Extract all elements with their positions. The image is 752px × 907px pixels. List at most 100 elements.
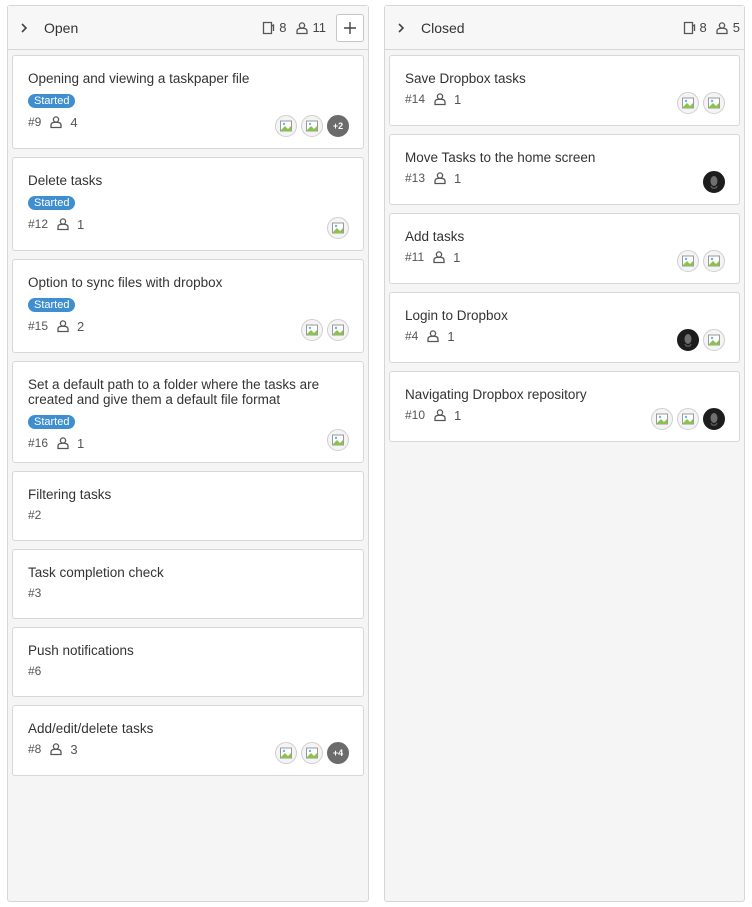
- status-badge: Started: [28, 196, 76, 210]
- more-assignees-badge[interactable]: +4: [327, 742, 349, 764]
- avatar[interactable]: [275, 742, 297, 764]
- task-card[interactable]: Opening and viewing a taskpaper file Star…: [12, 55, 364, 149]
- assignee-count: 3: [70, 741, 78, 757]
- task-card[interactable]: Save Dropbox tasks #14 1: [389, 55, 740, 126]
- card-list: Opening and viewing a taskpaper file Star…: [8, 50, 368, 789]
- assignee-avatars: [323, 429, 349, 451]
- avatar[interactable]: [677, 92, 699, 114]
- card-title[interactable]: Option to sync files with dropbox: [28, 275, 348, 290]
- task-card[interactable]: Delete tasks Started #12 1: [12, 157, 364, 251]
- task-count: 8: [261, 20, 287, 35]
- broken-image-icon: [306, 120, 318, 132]
- card-title[interactable]: Task completion check: [28, 565, 348, 580]
- add-card-button[interactable]: [336, 13, 364, 42]
- task-card[interactable]: Option to sync files with dropbox Started…: [12, 259, 364, 353]
- assignee-count: 1: [454, 170, 462, 186]
- issue-number[interactable]: #15: [28, 319, 48, 333]
- column-header: Closed 8 5: [385, 6, 744, 50]
- assignee-avatars: [673, 329, 725, 351]
- broken-image-icon: [708, 255, 720, 267]
- person-icon: [57, 218, 69, 231]
- people-count: 11: [295, 20, 327, 35]
- issue-number[interactable]: #2: [28, 508, 41, 522]
- person-icon: [434, 93, 446, 106]
- card-title[interactable]: Move Tasks to the home screen: [405, 150, 724, 165]
- issue-number[interactable]: #4: [405, 329, 418, 343]
- broken-image-icon: [708, 97, 720, 109]
- assignee-count: 4: [70, 114, 78, 130]
- chevron-right-icon[interactable]: [20, 22, 30, 33]
- avatar[interactable]: [301, 115, 323, 137]
- broken-image-icon: [682, 97, 694, 109]
- avatar[interactable]: [301, 319, 323, 341]
- task-card[interactable]: Add/edit/delete tasks #8 3 +4: [12, 705, 364, 776]
- assignee-avatars: +4: [271, 742, 349, 764]
- assignee-count: 1: [447, 328, 455, 344]
- issue-number[interactable]: #16: [28, 436, 48, 450]
- broken-image-icon: [280, 747, 292, 759]
- card-meta: #16 1: [28, 432, 348, 454]
- avatar[interactable]: [651, 408, 673, 430]
- avatar[interactable]: [703, 92, 725, 114]
- avatar[interactable]: [703, 408, 725, 430]
- avatar[interactable]: [677, 408, 699, 430]
- broken-image-icon: [682, 255, 694, 267]
- avatar[interactable]: [703, 250, 725, 272]
- avatar[interactable]: [703, 329, 725, 351]
- issue-number[interactable]: #12: [28, 217, 48, 231]
- issue-number[interactable]: #14: [405, 92, 425, 106]
- card-title[interactable]: Navigating Dropbox repository: [405, 387, 724, 402]
- person-icon: [427, 330, 440, 343]
- issue-number[interactable]: #9: [28, 115, 41, 129]
- task-card[interactable]: Navigating Dropbox repository #10 1: [389, 371, 740, 442]
- assignee-count: 1: [454, 91, 462, 107]
- task-card[interactable]: Set a default path to a folder where the…: [12, 361, 364, 463]
- card-title[interactable]: Push notifications: [28, 643, 348, 658]
- card-title[interactable]: Delete tasks: [28, 173, 348, 188]
- task-card[interactable]: Task completion check #3: [12, 549, 364, 619]
- assignee-count: 1: [453, 249, 461, 265]
- card-meta: #3: [28, 582, 348, 604]
- avatar[interactable]: [327, 429, 349, 451]
- avatar[interactable]: [677, 329, 699, 351]
- task-icon: [683, 21, 695, 34]
- issue-number[interactable]: #6: [28, 664, 41, 678]
- issue-number[interactable]: #3: [28, 586, 41, 600]
- avatar[interactable]: [327, 319, 349, 341]
- more-assignees-badge[interactable]: +2: [327, 115, 349, 137]
- issue-number[interactable]: #13: [405, 171, 425, 185]
- task-card[interactable]: Filtering tasks #2: [12, 471, 364, 541]
- task-card[interactable]: Login to Dropbox #4 1: [389, 292, 740, 363]
- issue-number[interactable]: #11: [405, 250, 424, 264]
- people-count-value: 5: [732, 20, 740, 35]
- task-icon: [263, 21, 275, 34]
- column-title: Open: [44, 19, 79, 36]
- card-title[interactable]: Add tasks: [405, 229, 724, 244]
- assignee-avatars: [673, 250, 725, 272]
- person-icon: [434, 409, 446, 422]
- card-meta: #2: [28, 504, 348, 526]
- issue-number[interactable]: #8: [28, 742, 41, 756]
- person-icon: [716, 21, 728, 34]
- card-title[interactable]: Login to Dropbox: [405, 308, 724, 323]
- card-title[interactable]: Set a default path to a folder where the…: [28, 377, 348, 407]
- task-card[interactable]: Move Tasks to the home screen #13 1: [389, 134, 740, 205]
- card-title[interactable]: Add/edit/delete tasks: [28, 721, 348, 736]
- card-title[interactable]: Opening and viewing a taskpaper file: [28, 71, 348, 86]
- issue-number[interactable]: #10: [405, 408, 425, 422]
- broken-image-icon: [682, 413, 694, 425]
- column-closed: Closed 8 5 Save Dropbox tasks #14 1 Move Ta…: [384, 5, 745, 902]
- card-title[interactable]: Filtering tasks: [28, 487, 348, 502]
- people-count-value: 11: [312, 20, 327, 35]
- avatar[interactable]: [327, 217, 349, 239]
- card-title[interactable]: Save Dropbox tasks: [405, 71, 724, 86]
- person-icon: [295, 21, 308, 34]
- user-photo-icon: [710, 176, 718, 189]
- avatar[interactable]: [275, 115, 297, 137]
- avatar[interactable]: [703, 171, 725, 193]
- avatar[interactable]: [301, 742, 323, 764]
- task-card[interactable]: Add tasks #11 1: [389, 213, 740, 284]
- avatar[interactable]: [677, 250, 699, 272]
- task-card[interactable]: Push notifications #6: [12, 627, 364, 697]
- chevron-right-icon[interactable]: [397, 22, 407, 33]
